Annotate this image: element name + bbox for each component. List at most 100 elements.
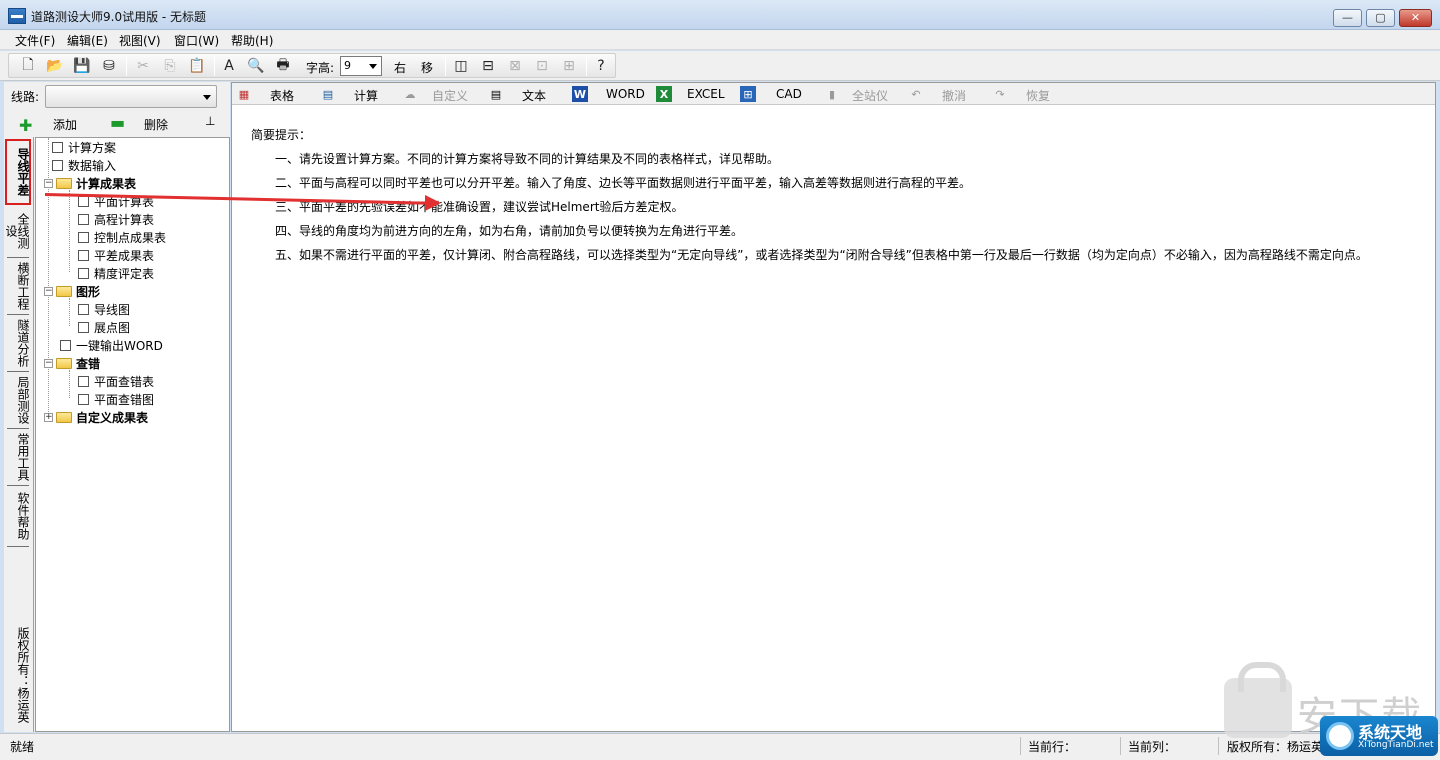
layout-grid-icon[interactable]: ⊞	[560, 57, 578, 75]
tree-item[interactable]: 精度评定表	[78, 264, 154, 282]
checkbox[interactable]	[78, 267, 89, 279]
tab-traverse-adjustment[interactable]: 导线平差	[5, 139, 31, 205]
chevron-down-icon	[369, 64, 377, 69]
tab-full-route[interactable]: 全线测设	[4, 208, 30, 258]
tree-item[interactable]: 控制点成果表	[78, 228, 166, 246]
menu-view[interactable]: 视图(V)	[119, 32, 161, 49]
excel-button[interactable]: EXCEL	[687, 87, 725, 101]
copy-icon[interactable]: ⎘	[161, 57, 179, 75]
new-file-icon[interactable]: 🗋	[19, 57, 37, 75]
maximize-button[interactable]: ▢	[1366, 9, 1395, 27]
move-button[interactable]: 移	[421, 59, 433, 76]
tab-tunnel-analysis[interactable]: 隧道分析	[7, 318, 30, 372]
calculator-icon[interactable]: ▤	[320, 86, 336, 102]
redo-icon[interactable]: ↷	[992, 86, 1008, 102]
tree-item[interactable]: 一键输出WORD	[60, 336, 163, 354]
table-icon[interactable]: ▦	[236, 86, 252, 102]
custom-icon[interactable]: ☁	[402, 86, 418, 102]
checkbox[interactable]	[78, 195, 89, 207]
menu-window[interactable]: 窗口(W)	[174, 32, 219, 49]
save-icon[interactable]: 💾	[73, 57, 91, 75]
tab-common-tools[interactable]: 常用工具	[7, 432, 30, 486]
pin-icon[interactable]: ⊥	[205, 114, 215, 128]
close-button[interactable]: ✕	[1399, 9, 1432, 27]
custom-button[interactable]: 自定义	[432, 87, 468, 104]
undo-icon[interactable]: ↶	[908, 86, 924, 102]
word-icon[interactable]: W	[572, 86, 588, 102]
checkbox[interactable]	[52, 159, 63, 171]
checkbox[interactable]	[78, 393, 89, 405]
help-icon[interactable]: ?	[592, 57, 610, 75]
checkbox[interactable]	[78, 213, 89, 225]
delete-button[interactable]: 删除	[144, 116, 168, 133]
checkbox[interactable]	[60, 339, 71, 351]
tree-item[interactable]: 平面查错图	[78, 390, 154, 408]
total-station-icon[interactable]: ▮	[824, 86, 840, 102]
title-bar: 道路测设大师9.0试用版 - 无标题 — ▢ ✕	[0, 0, 1440, 30]
tree-item[interactable]: 平差成果表	[78, 246, 154, 264]
checkbox[interactable]	[52, 141, 63, 153]
total-station-button[interactable]: 全站仪	[852, 87, 888, 104]
layout-shrink-icon[interactable]: ⊠	[506, 57, 524, 75]
database-icon[interactable]: ⛁	[100, 57, 118, 75]
layout-expand-icon[interactable]: ⊡	[533, 57, 551, 75]
cad-icon[interactable]: ⊞	[740, 86, 756, 102]
toolbar-separator	[586, 57, 587, 76]
layout-left-icon[interactable]: ◫	[452, 57, 470, 75]
tree-folder[interactable]: − 计算成果表	[44, 174, 136, 192]
redo-button[interactable]: 恢复	[1026, 87, 1050, 104]
layout-split-icon[interactable]: ⊟	[479, 57, 497, 75]
tree-item[interactable]: 计算方案	[52, 138, 116, 156]
remove-icon[interactable]: ▬	[110, 113, 125, 132]
excel-icon[interactable]: X	[656, 86, 672, 102]
add-icon[interactable]: ✚	[19, 116, 32, 135]
table-button[interactable]: 表格	[270, 87, 294, 104]
checkbox[interactable]	[78, 231, 89, 243]
watermark-logo-icon	[1326, 722, 1354, 750]
tab-software-help[interactable]: 软件帮助	[7, 489, 30, 547]
undo-button[interactable]: 撤消	[942, 87, 966, 104]
font-icon[interactable]: A	[220, 57, 238, 75]
add-button[interactable]: 添加	[53, 116, 77, 133]
tree-folder[interactable]: − 查错	[44, 354, 100, 372]
collapse-icon[interactable]: −	[44, 178, 53, 188]
text-button[interactable]: 文本	[522, 87, 546, 104]
collapse-icon[interactable]: −	[44, 286, 53, 296]
calc-button[interactable]: 计算	[354, 87, 378, 104]
open-folder-icon[interactable]: 📂	[46, 57, 64, 75]
font-size-select[interactable]: 9	[340, 56, 382, 76]
tree-folder[interactable]: − 图形	[44, 282, 100, 300]
tree-item[interactable]: 数据输入	[52, 156, 116, 174]
align-right-button[interactable]: 右	[394, 59, 406, 76]
route-label: 线路:	[11, 90, 40, 104]
tree-item[interactable]: 平面查错表	[78, 372, 154, 390]
tree-folder[interactable]: + 自定义成果表	[44, 408, 148, 426]
cad-button[interactable]: CAD	[776, 87, 802, 101]
tree-item-label: 平面查错表	[94, 374, 155, 389]
checkbox[interactable]	[78, 303, 89, 315]
text-doc-icon[interactable]: ▤	[488, 86, 504, 102]
print-preview-icon[interactable]: 🔍	[247, 57, 265, 75]
menu-file[interactable]: 文件(F)	[15, 32, 55, 49]
checkbox[interactable]	[78, 321, 89, 333]
tree-item-label: 数据输入	[68, 158, 117, 173]
hint-line: 二、平面与高程可以同时平差也可以分开平差。输入了角度、边长等平面数据则进行平面平…	[275, 176, 972, 190]
route-select[interactable]	[45, 85, 217, 108]
checkbox[interactable]	[78, 375, 89, 387]
menu-help[interactable]: 帮助(H)	[231, 32, 273, 49]
checkbox[interactable]	[78, 249, 89, 261]
menu-edit[interactable]: 编辑(E)	[67, 32, 108, 49]
tab-local-survey[interactable]: 局部测设	[7, 375, 30, 429]
tree-item[interactable]: 导线图	[78, 300, 130, 318]
print-icon[interactable]: 🖶	[274, 57, 292, 75]
expand-icon[interactable]: +	[44, 412, 53, 422]
cut-icon[interactable]: ✂	[134, 57, 152, 75]
minimize-button[interactable]: —	[1333, 9, 1362, 27]
font-size-label: 字高:	[306, 61, 335, 75]
collapse-icon[interactable]: −	[44, 358, 53, 368]
word-button[interactable]: WORD	[606, 87, 645, 101]
tree-item[interactable]: 高程计算表	[78, 210, 154, 228]
tab-cross-section[interactable]: 横断工程	[7, 261, 30, 315]
tree-item[interactable]: 展点图	[78, 318, 130, 336]
paste-icon[interactable]: 📋	[188, 57, 206, 75]
